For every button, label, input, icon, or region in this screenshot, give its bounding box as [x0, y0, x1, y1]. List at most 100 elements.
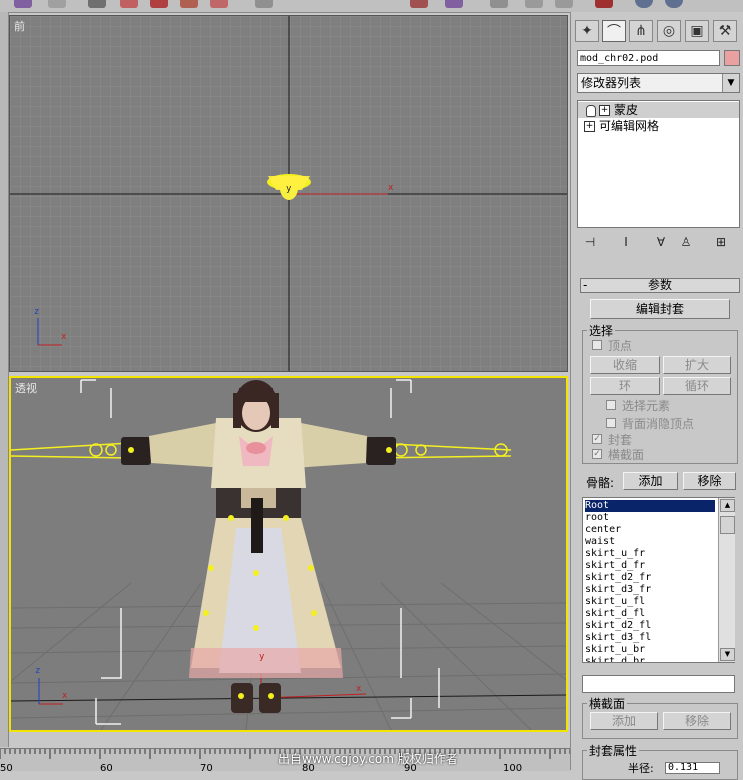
- remove-cross-section-button[interactable]: 移除: [663, 712, 731, 730]
- front-viewport-label[interactable]: 前: [14, 18, 25, 34]
- radius-label: 半径:: [628, 762, 654, 775]
- envelope-properties-label: 封套属性: [587, 742, 640, 759]
- curve-editor-icon[interactable]: [525, 0, 543, 8]
- hierarchy-tab-icon[interactable]: ⋔: [629, 20, 653, 42]
- grow-button[interactable]: 扩大: [663, 356, 731, 374]
- bone-list-item[interactable]: root: [585, 512, 715, 524]
- timeline-tick-label: 70: [200, 763, 213, 774]
- front-grid: x y: [10, 16, 567, 371]
- modifier-list-label: 修改器列表: [581, 76, 642, 90]
- modifier-stack[interactable]: + 蒙皮 + 可编辑网格: [577, 100, 740, 228]
- stack-item-skin[interactable]: + 蒙皮: [578, 102, 739, 118]
- bone-list-scrollbar[interactable]: ▲ ▼: [718, 498, 735, 662]
- watermark-text: 出自www.cgjoy.com 版权归作者: [278, 752, 458, 766]
- bone-list-item[interactable]: Root: [585, 500, 715, 512]
- select-object-icon[interactable]: [14, 0, 32, 8]
- edit-envelopes-button[interactable]: 编辑封套: [590, 299, 730, 319]
- bone-list-item[interactable]: skirt_d3_fr: [585, 584, 715, 596]
- perspective-viewport[interactable]: 透视 x y x z: [9, 376, 568, 732]
- bone-list[interactable]: Root root center waist skirt_u_fr skirt_…: [582, 497, 735, 663]
- stack-toolbar: ⊣ Ⅰ ∀ ♙ ⊞: [577, 234, 740, 252]
- bone-list-item[interactable]: waist: [585, 536, 715, 548]
- parameters-rollout-header[interactable]: 参数: [580, 278, 740, 293]
- persp-gizmo-y-label: y: [259, 652, 265, 662]
- remove-bone-button[interactable]: 移除: [683, 472, 736, 490]
- rollout-title: 参数: [647, 278, 672, 292]
- spelling-icon[interactable]: [255, 0, 273, 8]
- bone-list-item[interactable]: skirt_d2_fr: [585, 572, 715, 584]
- cross-sections-label: 横截面: [608, 448, 645, 462]
- select-link-icon[interactable]: [48, 0, 66, 8]
- stack-item-editable-mesh[interactable]: + 可编辑网格: [578, 118, 739, 134]
- bone-list-item[interactable]: skirt_d_fr: [585, 560, 715, 572]
- scroll-up-icon[interactable]: ▲: [720, 499, 735, 512]
- envelopes-checkbox[interactable]: ✓: [592, 434, 602, 444]
- motion-tab-icon[interactable]: ◎: [657, 20, 681, 42]
- bone-list-item[interactable]: skirt_u_br: [585, 644, 715, 656]
- bone-name-field[interactable]: [582, 675, 735, 693]
- bone-list-item[interactable]: skirt_u_fl: [585, 596, 715, 608]
- character-model[interactable]: [121, 380, 396, 713]
- scrollbar-thumb[interactable]: [720, 516, 735, 534]
- bone-list-item[interactable]: skirt_d_fl: [585, 608, 715, 620]
- radius-field[interactable]: 0.131: [665, 762, 720, 774]
- ring-button[interactable]: 环: [590, 377, 660, 395]
- bone-list-item[interactable]: skirt_d3_fl: [585, 632, 715, 644]
- make-unique-icon[interactable]: ∀: [652, 234, 670, 250]
- snap-icon[interactable]: [210, 0, 228, 8]
- perspective-viewport-label[interactable]: 透视: [15, 380, 37, 396]
- vertices-label: 顶点: [608, 339, 633, 353]
- backface-cull-label: 背面消隐顶点: [622, 417, 695, 431]
- object-color-swatch[interactable]: [724, 50, 740, 66]
- loop-button[interactable]: 循环: [663, 377, 731, 395]
- persp-axis-x-label: x: [62, 691, 68, 701]
- utilities-tab-icon[interactable]: ⚒: [713, 20, 737, 42]
- bone-list-item[interactable]: skirt_u_fr: [585, 548, 715, 560]
- object-name-field[interactable]: mod_chr02.pod: [577, 50, 720, 66]
- expand-icon[interactable]: +: [599, 105, 610, 116]
- bind-space-warp-icon[interactable]: [88, 0, 106, 8]
- align-icon[interactable]: [445, 0, 463, 8]
- scroll-down-icon[interactable]: ▼: [720, 648, 735, 661]
- quick-render-icon[interactable]: [665, 0, 683, 8]
- remove-modifier-icon[interactable]: ♙: [677, 234, 695, 250]
- timeline-tick-label: 100: [503, 763, 523, 774]
- create-tab-icon[interactable]: ✦: [575, 20, 599, 42]
- add-cross-section-button[interactable]: 添加: [590, 712, 658, 730]
- vertices-checkbox[interactable]: [592, 340, 602, 350]
- select-element-checkbox[interactable]: [606, 400, 616, 410]
- render-setup-icon[interactable]: [635, 0, 653, 8]
- shrink-button[interactable]: 收缩: [590, 356, 660, 374]
- layer-icon[interactable]: [490, 0, 508, 8]
- rollout-collapse-icon[interactable]: -: [583, 278, 587, 292]
- material-editor-icon[interactable]: [595, 0, 613, 8]
- bone-list-item[interactable]: skirt_d_br: [585, 656, 715, 662]
- front-viewport[interactable]: x y 前 x z: [9, 15, 568, 372]
- bones-label: 骨骼:: [586, 476, 615, 490]
- stack-item-label: 蒙皮: [614, 103, 639, 117]
- modify-tab-icon[interactable]: ⌒: [602, 20, 626, 42]
- persp-gizmo-x-label: x: [356, 684, 362, 694]
- front-axis-z-label: z: [34, 307, 40, 317]
- lightbulb-icon[interactable]: [586, 104, 596, 117]
- scale-icon[interactable]: [180, 0, 198, 8]
- show-end-result-icon[interactable]: Ⅰ: [617, 234, 635, 250]
- configure-sets-icon[interactable]: ⊞: [712, 234, 730, 250]
- modifier-list-dropdown[interactable]: 修改器列表 ▼: [577, 73, 740, 93]
- rotate-icon[interactable]: [150, 0, 168, 8]
- schematic-view-icon[interactable]: [555, 0, 573, 8]
- pin-stack-icon[interactable]: ⊣: [581, 234, 599, 250]
- backface-cull-checkbox[interactable]: [606, 418, 616, 428]
- chevron-down-icon[interactable]: ▼: [722, 74, 739, 92]
- move-icon[interactable]: [120, 0, 138, 8]
- timeline-tick-label: 50: [0, 763, 13, 774]
- perspective-scene: [11, 379, 566, 730]
- bone-list-item[interactable]: skirt_d2_fl: [585, 620, 715, 632]
- display-tab-icon[interactable]: ▣: [685, 20, 709, 42]
- add-bone-button[interactable]: 添加: [623, 472, 678, 490]
- cross-sections-checkbox[interactable]: ✓: [592, 449, 602, 459]
- bone-list-item[interactable]: center: [585, 524, 715, 536]
- persp-axis-z-label: z: [35, 666, 41, 676]
- expand-icon[interactable]: +: [584, 121, 595, 132]
- mirror-icon[interactable]: [410, 0, 428, 8]
